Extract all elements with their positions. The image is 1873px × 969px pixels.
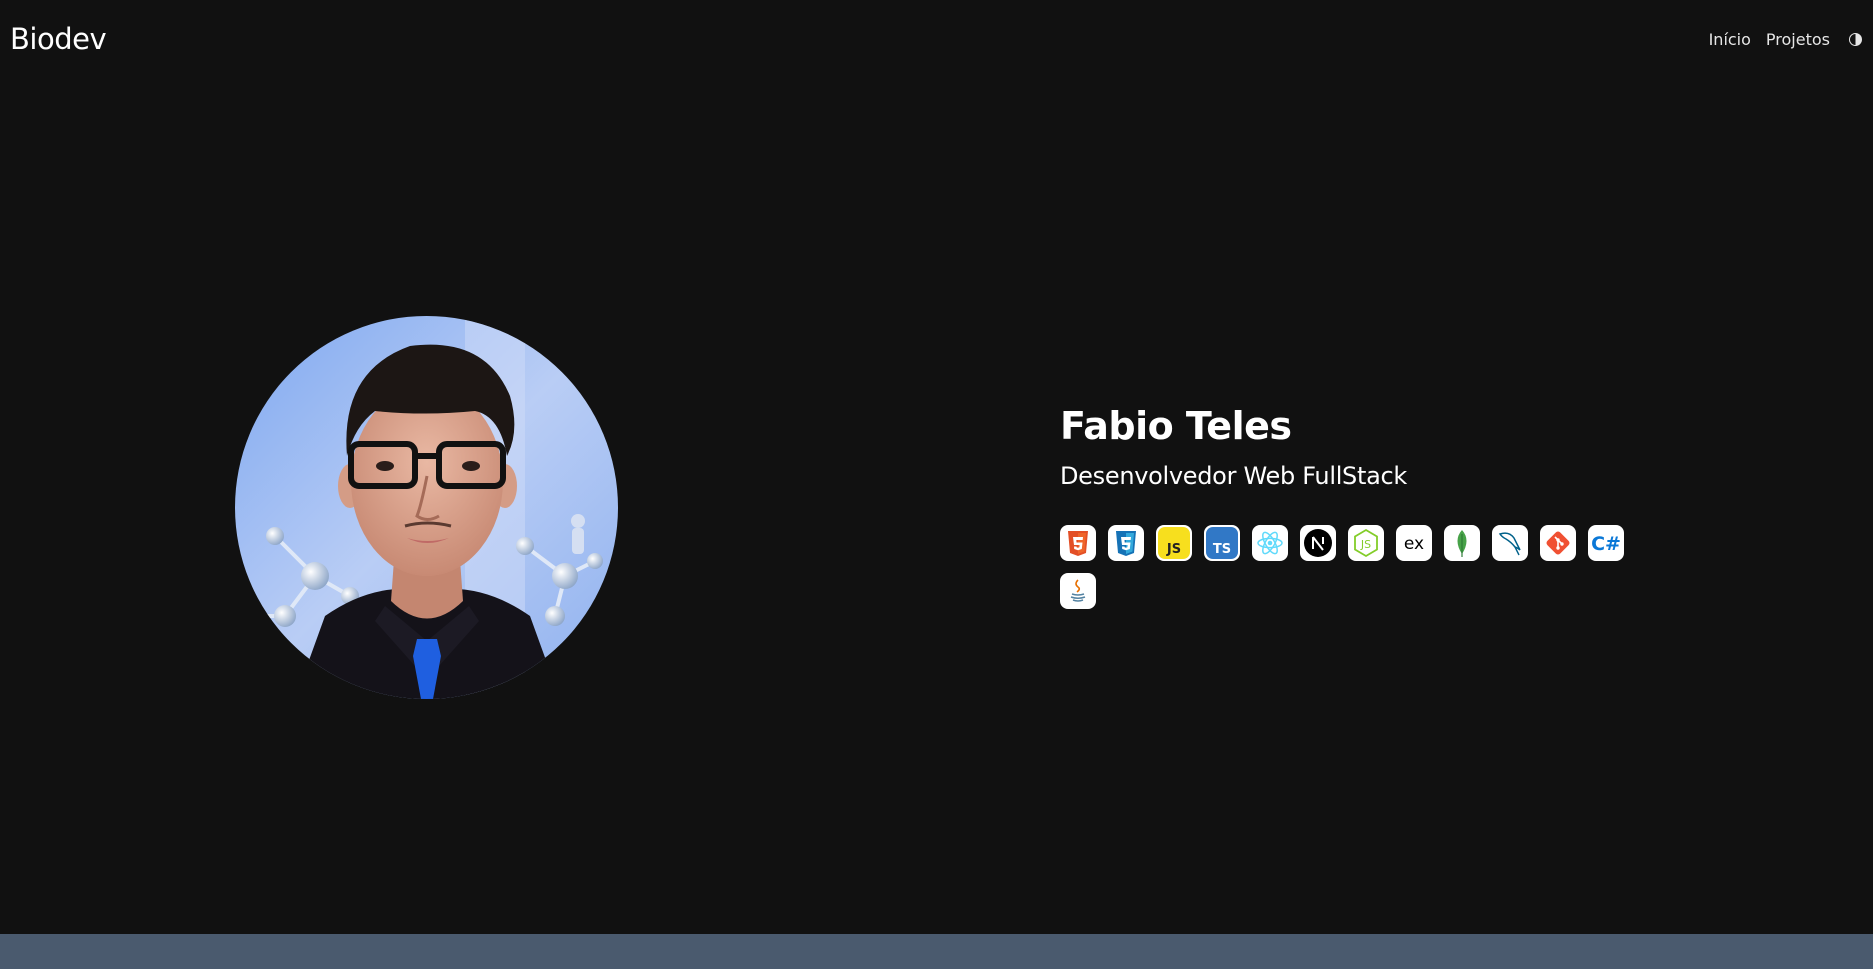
avatar — [235, 316, 618, 699]
html5-icon — [1060, 525, 1096, 561]
nav-link-inicio[interactable]: Início — [1709, 30, 1751, 49]
nav-link-projetos[interactable]: Projetos — [1766, 30, 1830, 49]
footer-bar — [0, 934, 1873, 969]
profile-role: Desenvolvedor Web FullStack — [1060, 462, 1408, 490]
javascript-icon: JS — [1156, 525, 1192, 561]
typescript-icon: TS — [1204, 525, 1240, 561]
mongodb-icon — [1444, 525, 1480, 561]
profile-photo — [235, 316, 618, 699]
profile-name: Fabio Teles — [1060, 404, 1292, 448]
brand-logo[interactable]: Biodev — [10, 22, 107, 56]
profile-info: Fabio Teles Desenvolvedor Web FullStack — [1060, 404, 1407, 490]
skills-list: JS TS JS ex C# — [1060, 525, 1660, 609]
css3-icon — [1108, 525, 1144, 561]
svg-text:C#: C# — [1591, 533, 1621, 555]
navbar: Biodev Início Projetos — [0, 0, 1873, 84]
nextjs-icon — [1300, 525, 1336, 561]
nodejs-icon: JS — [1348, 525, 1384, 561]
svg-text:JS: JS — [1166, 542, 1181, 557]
svg-text:TS: TS — [1213, 542, 1231, 557]
theme-toggle-icon[interactable] — [1849, 33, 1862, 46]
page: Biodev Início Projetos Fabio Teles Desen… — [0, 0, 1873, 969]
git-icon — [1540, 525, 1576, 561]
react-icon — [1252, 525, 1288, 561]
svg-text:ex: ex — [1404, 534, 1424, 554]
express-icon: ex — [1396, 525, 1432, 561]
nav-links: Início Projetos — [1709, 30, 1862, 49]
mysql-icon — [1492, 525, 1528, 561]
java-icon — [1060, 573, 1096, 609]
csharp-icon: C# — [1588, 525, 1624, 561]
svg-text:JS: JS — [1360, 538, 1371, 551]
